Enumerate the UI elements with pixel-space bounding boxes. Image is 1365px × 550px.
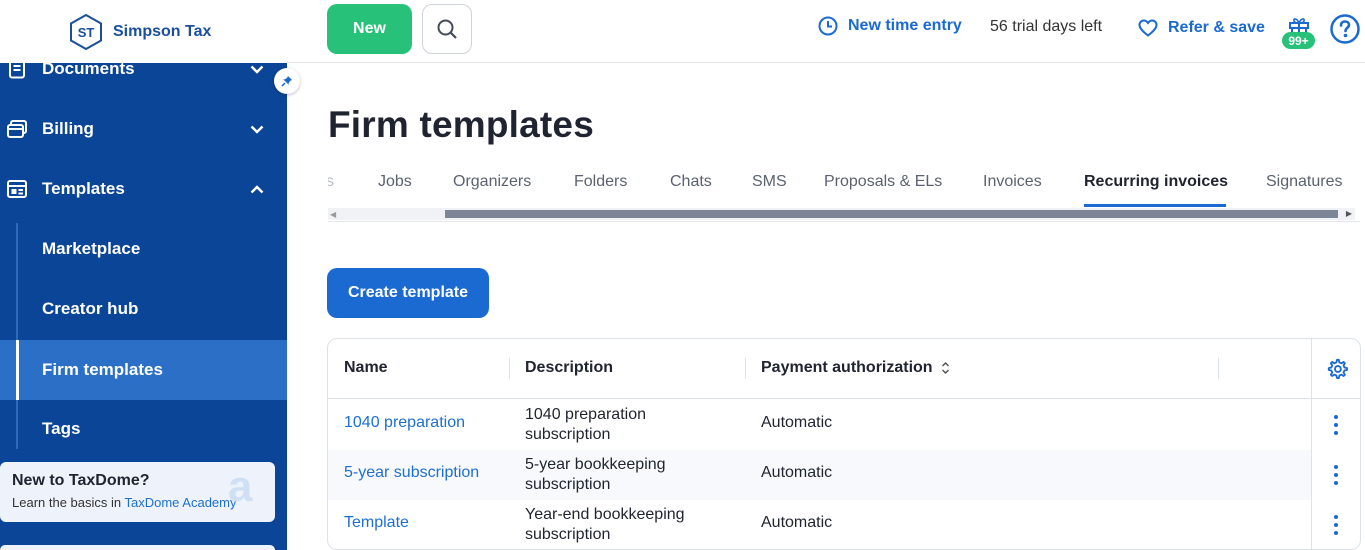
payment-authorization: Automatic [761, 464, 833, 481]
brand-logo-icon: ST [69, 13, 103, 50]
row-actions-menu-icon[interactable] [1328, 513, 1344, 537]
column-header-description[interactable]: Description [525, 359, 613, 377]
templates-table: Name Description Payment authorization 1… [327, 338, 1361, 550]
promo-title: New to TaxDome? [12, 472, 150, 489]
templates-icon [6, 178, 28, 200]
top-bar: New New time entry 56 trial days left Re… [287, 0, 1365, 63]
tab-sms[interactable]: SMS [752, 173, 787, 191]
scroll-left-icon[interactable]: ◀ [330, 210, 336, 219]
secondary-promo-card [0, 545, 275, 550]
scroll-right-icon[interactable]: ▶ [1346, 209, 1352, 218]
new-button[interactable]: New [327, 4, 412, 54]
brand[interactable]: ST Simpson Tax [0, 0, 287, 63]
new-time-entry-label: New time entry [848, 17, 962, 34]
table-row: 5-year subscription 5-year bookkeeping s… [328, 450, 1311, 500]
tabs-divider [328, 221, 1360, 222]
template-description: 1040 preparation subscription [525, 406, 646, 443]
template-name-link[interactable]: 5-year subscription [344, 464, 479, 482]
tab-folders[interactable]: Folders [574, 173, 627, 191]
tab-jobs[interactable]: Jobs [378, 173, 412, 191]
clock-icon [818, 16, 838, 36]
template-name-link[interactable]: Template [344, 514, 409, 532]
column-divider [509, 358, 510, 379]
page-title: Firm templates [328, 104, 594, 145]
sidebar-item-label: Billing [42, 119, 94, 138]
sidebar-item-templates[interactable]: Templates [0, 159, 287, 219]
help-icon [1330, 14, 1360, 44]
sidebar-item-billing[interactable]: Billing [0, 99, 287, 159]
tab-organizers[interactable]: Organizers [453, 173, 531, 191]
new-time-entry-button[interactable]: New time entry [818, 14, 962, 38]
tab-chats[interactable]: Chats [670, 173, 712, 191]
column-header-payment-authorization[interactable]: Payment authorization [761, 359, 950, 377]
template-description: Year-end bookkeeping subscription [525, 506, 685, 543]
search-button[interactable] [422, 4, 472, 54]
table-row: 1040 preparation 1040 preparation subscr… [328, 400, 1311, 450]
refer-and-save-button[interactable]: Refer & save [1138, 16, 1265, 40]
tab-recurring-invoices[interactable]: Recurring invoices [1084, 173, 1228, 191]
sidebar-item-label: Firm templates [42, 360, 163, 379]
sidebar: ST Simpson Tax Documents Billing Templat… [0, 0, 287, 550]
sidebar-item-label: Documents [42, 63, 135, 78]
pin-sidebar-icon[interactable] [274, 68, 300, 94]
sidebar-item-label: Marketplace [42, 239, 141, 258]
table-header: Name Description Payment authorization [328, 339, 1360, 399]
template-description: 5-year bookkeeping subscription [525, 456, 666, 493]
academy-promo-card[interactable]: a New to TaxDome? Learn the basics in Ta… [0, 462, 275, 522]
heart-icon [1138, 19, 1158, 37]
billing-icon [6, 118, 28, 140]
gear-icon[interactable] [1326, 358, 1348, 380]
chevron-down-icon[interactable] [248, 63, 266, 78]
brand-name: Simpson Tax [113, 22, 212, 40]
chevron-up-icon[interactable] [248, 180, 266, 198]
promo-text: Learn the basics in TaxDome Academy [12, 495, 263, 510]
column-divider [745, 358, 746, 379]
gift-notifications-button[interactable]: 99+ [1282, 16, 1318, 50]
chevron-down-icon[interactable] [248, 120, 266, 138]
tab-proposals-els[interactable]: Proposals & ELs [824, 173, 942, 191]
sidebar-item-marketplace[interactable]: Marketplace [0, 219, 287, 279]
tab-signatures[interactable]: Signatures [1266, 173, 1343, 191]
create-template-button[interactable]: Create template [327, 268, 489, 318]
promo-text-lead: Learn the basics in [12, 495, 125, 510]
notifications-badge: 99+ [1282, 32, 1315, 49]
sidebar-item-label: Templates [42, 179, 125, 198]
app: ST Simpson Tax Documents Billing Templat… [0, 0, 1365, 550]
taxdome-academy-link[interactable]: TaxDome Academy [125, 495, 237, 510]
sidebar-item-creator-hub[interactable]: Creator hub [0, 279, 287, 339]
template-name-link[interactable]: 1040 preparation [344, 414, 465, 432]
document-icon [6, 63, 28, 80]
help-button[interactable] [1330, 14, 1360, 44]
refer-and-save-label: Refer & save [1168, 19, 1265, 36]
tabs-scrollbar[interactable]: ◀ ▶ [328, 208, 1355, 220]
sort-icon[interactable] [941, 361, 950, 375]
active-tab-indicator [1084, 204, 1226, 207]
search-icon [437, 19, 457, 39]
template-type-tabs: s Jobs Organizers Folders Chats SMS Prop… [328, 160, 1358, 208]
table-row: Template Year-end bookkeeping subscripti… [328, 500, 1311, 549]
tabs-scrollbar-thumb[interactable] [445, 210, 1338, 218]
sidebar-item-label: Tags [42, 419, 81, 438]
sidebar-item-tags[interactable]: Tags [0, 399, 287, 459]
payment-authorization: Automatic [761, 414, 833, 431]
row-actions-menu-icon[interactable] [1328, 413, 1344, 437]
sidebar-item-documents[interactable]: Documents [0, 63, 287, 99]
row-actions-menu-icon[interactable] [1328, 463, 1344, 487]
tab-partial[interactable]: s [328, 173, 334, 191]
trial-days-text: 56 trial days left [990, 18, 1103, 35]
column-header-label: Payment authorization [761, 359, 933, 376]
tab-invoices[interactable]: Invoices [983, 173, 1042, 191]
academy-logo-icon: a [228, 462, 253, 511]
column-header-name[interactable]: Name [344, 359, 388, 377]
payment-authorization: Automatic [761, 514, 833, 531]
column-divider [1218, 358, 1219, 379]
sidebar-item-firm-templates[interactable]: Firm templates [0, 340, 287, 400]
sidebar-item-label: Creator hub [42, 299, 139, 318]
brand-initials: ST [78, 25, 95, 40]
